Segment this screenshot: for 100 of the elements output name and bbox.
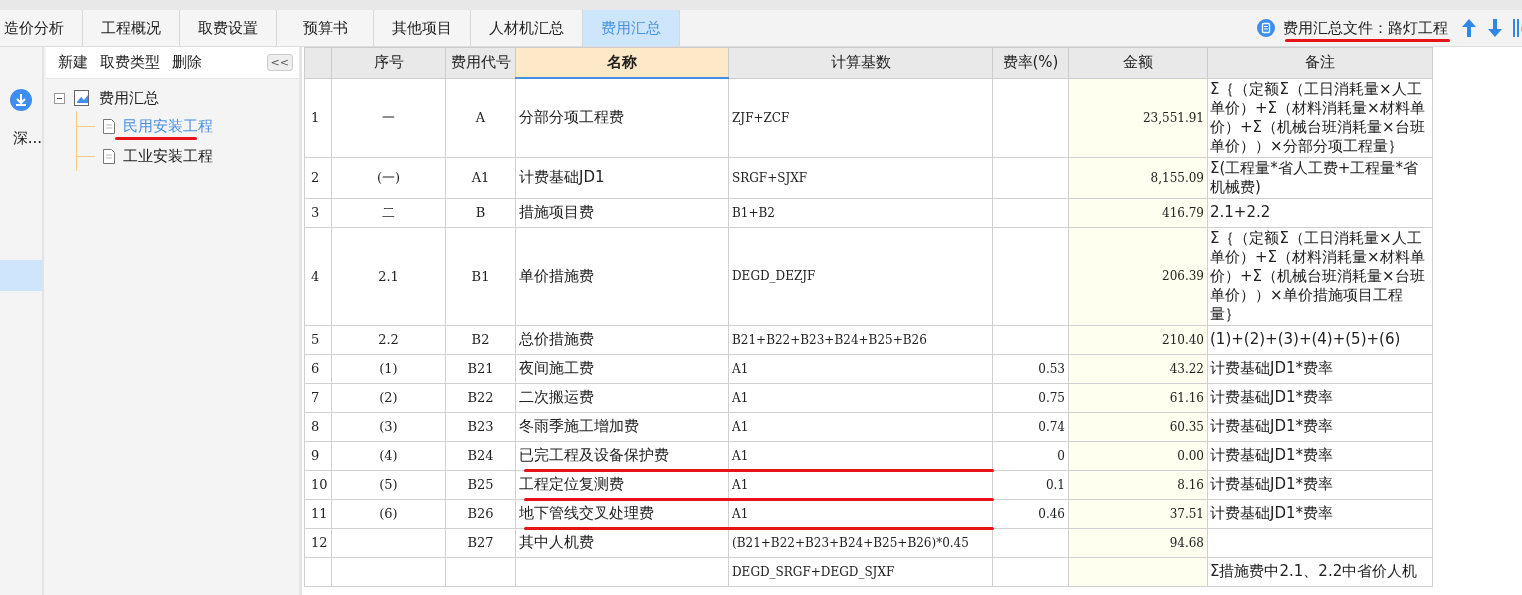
table-cell: A1: [732, 361, 749, 376]
table-cell: 37.51: [1169, 506, 1204, 521]
tree-item[interactable]: 工业安装工程: [123, 146, 213, 166]
table-cell: 计费基础JD1*费率: [1210, 504, 1334, 522]
table-cell: 工程定位复测费: [519, 475, 624, 493]
row-number: 10: [311, 477, 328, 492]
table-cell: B25: [467, 477, 494, 492]
table-cell: 计费基础JD1*费率: [1210, 388, 1334, 406]
table-cell: 0.74: [1038, 419, 1065, 434]
table-cell: A1: [732, 506, 749, 521]
table-cell: 94.68: [1169, 535, 1204, 550]
table-cell: A1: [732, 477, 749, 492]
toolbar-button[interactable]: 删除: [168, 51, 206, 74]
table-cell: B22: [467, 390, 494, 405]
column-header[interactable]: 金额: [1068, 47, 1208, 78]
row-number: 7: [311, 390, 320, 405]
table-cell: (1)+(2)+(3)+(4)+(5)+(6): [1210, 330, 1401, 348]
row-number: 12: [311, 535, 328, 550]
table-cell: (1): [379, 361, 398, 376]
table-cell: 416.79: [1162, 205, 1204, 220]
table-cell: B: [475, 205, 486, 220]
table-cell: B24: [467, 448, 494, 463]
table-cell: 43.22: [1169, 361, 1204, 376]
rail-item[interactable]: 深...: [0, 129, 42, 148]
table-cell: 计费基础JD1*费率: [1210, 417, 1334, 435]
table-cell: B21: [467, 361, 494, 376]
table-cell: (3): [379, 419, 398, 434]
table-cell: 措施项目费: [519, 203, 594, 221]
table-cell: 计费基础JD1: [519, 168, 605, 186]
table-cell: B1+B2: [732, 205, 775, 220]
column-header[interactable]: 备注: [1207, 47, 1433, 78]
table-cell: 冬雨季施工增加费: [519, 417, 639, 435]
table-cell: 其中人机费: [519, 533, 594, 551]
table-cell: 计费基础JD1*费率: [1210, 446, 1334, 464]
table-cell: 0.75: [1038, 390, 1065, 405]
column-header[interactable]: 名称: [515, 47, 729, 78]
table-cell: 8.16: [1177, 477, 1204, 492]
table-cell: 已完工程及设备保护费: [519, 446, 669, 464]
table-cell: 夜间施工费: [519, 359, 594, 377]
table-cell: 8,155.09: [1150, 170, 1204, 185]
table-cell: 总价措施费: [519, 330, 594, 348]
table-cell: 2.1+2.2: [1210, 203, 1271, 221]
row-number: 3: [311, 205, 320, 220]
table-cell: 分部分项工程费: [519, 108, 624, 127]
row-number: 4: [311, 268, 320, 284]
table-cell: 23,551.91: [1142, 110, 1204, 125]
table-cell: A1: [471, 170, 490, 185]
table-cell: 单价措施费: [519, 266, 594, 285]
row-number: 8: [311, 419, 320, 434]
table-cell: B1: [471, 268, 490, 284]
toolbar-button[interactable]: 新建: [54, 51, 92, 74]
collapse-button[interactable]: <<: [266, 54, 293, 71]
table-cell: SRGF+SJXF: [732, 170, 808, 185]
table-cell: B23: [467, 419, 494, 434]
table-cell: (6): [379, 506, 398, 521]
tree-item[interactable]: 费用汇总: [99, 88, 159, 108]
row-number: 9: [311, 448, 320, 463]
table-cell: A1: [732, 448, 749, 463]
column-header[interactable]: 费用代号: [445, 47, 516, 78]
column-header[interactable]: 计算基数: [728, 47, 993, 78]
table-cell: (5): [379, 477, 398, 492]
table-cell: DEGD_DEZJF: [732, 269, 816, 283]
table-cell: (一): [376, 169, 401, 185]
table-cell: 206.39: [1162, 269, 1204, 283]
table-cell: 二: [382, 204, 395, 220]
row-number: 6: [311, 361, 320, 376]
table-cell: 一: [382, 109, 395, 125]
table-cell: 0.46: [1038, 506, 1065, 521]
table-cell: 0.1: [1045, 477, 1065, 492]
table-cell: Σ措施费中2.1、2.2中省价人机: [1210, 562, 1418, 580]
row-number: 5: [311, 332, 320, 347]
table-cell: B21+B22+B23+B24+B25+B26: [732, 332, 927, 347]
table-cell: 0.00: [1177, 448, 1204, 463]
table-cell: (4): [379, 448, 398, 463]
table-cell: 0.53: [1038, 361, 1065, 376]
row-number: 2: [311, 170, 320, 185]
table-cell: A: [475, 110, 486, 125]
column-header[interactable]: 费率(%): [992, 47, 1069, 78]
table-cell: A1: [732, 390, 749, 405]
toolbar-button[interactable]: 取费类型: [96, 51, 164, 74]
table-cell: Σ｛（定额Σ（工日消耗量×人工单价）+Σ（材料消耗量×材料单价）+Σ（机械台班消耗量×台班单价））×分部分项工程量｝: [1210, 79, 1425, 155]
table-cell: B2: [471, 332, 490, 347]
table-cell: 地下管线交叉处理费: [519, 504, 654, 522]
table-cell: B26: [467, 506, 494, 521]
table-cell: (B21+B22+B23+B24+B25+B26)*0.45: [732, 535, 969, 550]
table-cell: 2.2: [378, 332, 399, 347]
row-number: 1: [311, 110, 320, 125]
table-cell: 61.16: [1169, 390, 1204, 405]
table-cell: 计费基础JD1*费率: [1210, 359, 1334, 377]
table-cell: 210.40: [1162, 332, 1204, 347]
table-cell: A1: [732, 419, 749, 434]
table-cell: DEGD_SRGF+DEGD_SJXF: [732, 564, 895, 579]
table-cell: 计费基础JD1*费率: [1210, 475, 1334, 493]
table-cell: 二次搬运费: [519, 388, 594, 406]
table-cell: Σ(工程量*省人工费+工程量*省机械费): [1210, 158, 1418, 196]
table-cell: 0: [1057, 448, 1065, 463]
table-cell: Σ｛（定额Σ（工日消耗量×人工单价）+Σ（材料消耗量×材料单价）+Σ（机械台班消耗量×台班单价））×单价措施项目工程量｝: [1210, 228, 1425, 323]
column-header[interactable]: 序号: [331, 47, 446, 78]
table-cell: ZJF+ZCF: [732, 110, 790, 125]
row-number: 11: [311, 506, 328, 521]
